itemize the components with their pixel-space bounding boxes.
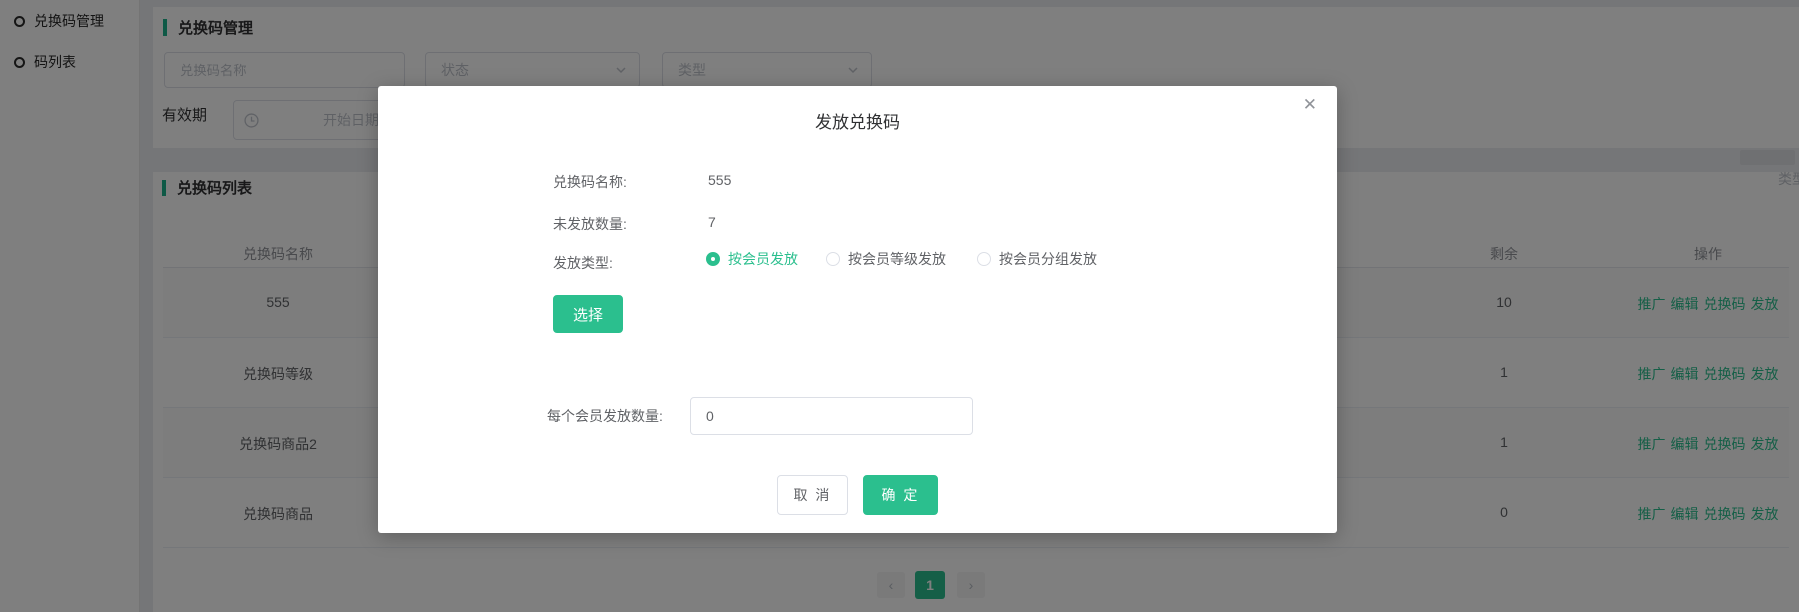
issue-type-radio-group: 按会员发放 按会员等级发放 按会员分组发放: [706, 249, 1097, 269]
modal-title: 发放兑换码: [378, 108, 1337, 133]
code-name-label: 兑换码名称:: [553, 172, 627, 192]
radio-label: 按会员分组发放: [999, 249, 1097, 269]
confirm-button[interactable]: 确 定: [863, 475, 938, 515]
issue-code-modal: 发放兑换码 ✕ 兑换码名称: 555 未发放数量: 7 发放类型: 按会员发放 …: [378, 86, 1337, 533]
unissued-qty-value: 7: [708, 214, 716, 230]
close-icon[interactable]: ✕: [1303, 96, 1317, 113]
radio-by-member-level[interactable]: 按会员等级发放: [826, 249, 946, 269]
radio-label: 按会员发放: [728, 249, 798, 269]
per-member-qty-input[interactable]: [690, 397, 973, 435]
per-member-qty-label: 每个会员发放数量:: [547, 406, 663, 426]
radio-selected-icon: [706, 252, 720, 266]
radio-unselected-icon: [977, 252, 991, 266]
radio-by-member-group[interactable]: 按会员分组发放: [977, 249, 1097, 269]
select-members-button[interactable]: 选择: [553, 295, 623, 333]
radio-unselected-icon: [826, 252, 840, 266]
unissued-qty-label: 未发放数量:: [553, 214, 627, 234]
radio-by-member[interactable]: 按会员发放: [706, 249, 798, 269]
cancel-button[interactable]: 取 消: [777, 475, 848, 515]
radio-label: 按会员等级发放: [848, 249, 946, 269]
issue-type-label: 发放类型:: [553, 253, 613, 273]
code-name-value: 555: [708, 172, 731, 188]
